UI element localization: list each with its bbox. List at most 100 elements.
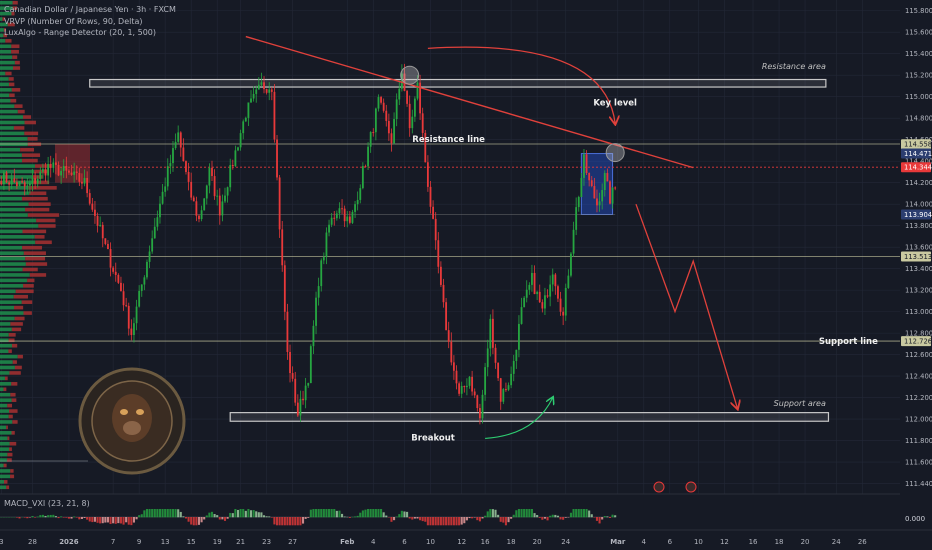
macd-histogram-bar (520, 509, 523, 518)
volume-profile-bar-up (0, 333, 9, 337)
volume-profile-bar-down (29, 273, 47, 277)
candle-body (463, 385, 466, 388)
volume-profile-bar-up (0, 338, 9, 343)
volume-profile-bar-up (0, 207, 26, 212)
macd-histogram-bar (543, 517, 546, 519)
volume-profile-bar-down (3, 387, 7, 392)
event-marker-icon[interactable] (653, 481, 665, 493)
macd-histogram-bar (182, 516, 185, 518)
time-tick-label: 28 (28, 538, 37, 546)
candle-body (585, 154, 588, 174)
macd-histogram-bar (60, 516, 63, 518)
candle-body (583, 154, 585, 178)
price-chart[interactable]: Resistance area Key level Resistance line S… (0, 0, 932, 550)
candle-body (169, 163, 172, 167)
time-tick-label: 6 (402, 538, 407, 546)
macd-pane-label[interactable]: MACD_VXI (23, 21, 8) (4, 499, 90, 508)
price-axis[interactable]: 115.800 115.600 115.400 115.200 115.000 114.8… (900, 0, 932, 490)
macd-histogram-bar (275, 517, 279, 526)
candle-body (554, 274, 557, 287)
macd-histogram-bar (341, 513, 344, 518)
candle-body (452, 362, 455, 371)
symbol-title[interactable]: Canadian Dollar / Japanese Yen · 3h · FX… (4, 4, 176, 16)
time-tick-label: 18 (775, 538, 784, 546)
volume-profile-bar-down (11, 431, 15, 435)
price-tick-label: 111.600 (905, 459, 932, 467)
candle-body (130, 328, 133, 335)
candle-body (143, 277, 146, 285)
candle-body (179, 132, 182, 148)
volume-profile-bar-down (17, 109, 25, 114)
candle-body (385, 110, 388, 121)
macd-histogram-bar (468, 517, 471, 519)
time-tick-label: 3 (0, 538, 4, 546)
candle-body (55, 162, 57, 165)
candle-body (372, 132, 375, 134)
zone-support-area[interactable] (229, 412, 830, 422)
indicator-vrvp-label[interactable]: VRVP (Number Of Rows, 90, Delta) (4, 16, 176, 28)
macd-histogram-bar (530, 509, 533, 518)
candle-body (536, 291, 539, 295)
macd-histogram-bar (338, 510, 341, 518)
volume-profile-bar-down (5, 39, 12, 43)
price-tick-label: 113.200 (905, 287, 932, 295)
macd-histogram-bar (382, 512, 385, 518)
volume-profile-bar-down (27, 278, 35, 283)
macd-histogram-bar (538, 517, 541, 518)
volume-profile-bar-down (14, 60, 20, 65)
macd-histogram-bar (247, 509, 250, 518)
candle-body (70, 172, 73, 175)
volume-profile-bar-down (22, 245, 42, 250)
price-tick-label: 113.800 (905, 222, 932, 230)
macd-histogram-bar (80, 517, 83, 519)
macd-histogram-bar (359, 512, 362, 518)
macd-histogram-bar (41, 514, 44, 518)
candle-body (416, 82, 419, 99)
macd-histogram-bar (450, 517, 453, 526)
macd-histogram-bar (307, 517, 310, 518)
volume-profile-bar-up (0, 458, 7, 462)
macd-histogram-bar (380, 509, 383, 518)
volume-profile-bar-up (0, 82, 9, 87)
candle-body (481, 394, 484, 419)
time-tick-label: 4 (371, 538, 376, 546)
candle-body (473, 391, 476, 396)
candle-body (159, 203, 161, 218)
annotation-label: Breakout (411, 434, 455, 444)
candle-body (596, 198, 598, 206)
volume-profile-bar-down (35, 240, 52, 245)
time-tick-label: 10 (694, 538, 703, 546)
macd-histogram-bar (515, 510, 518, 518)
volume-profile-bar-up (0, 452, 8, 457)
candle-body (34, 178, 37, 184)
macd-histogram-bar (57, 517, 60, 519)
macd-histogram-bar (356, 515, 359, 518)
candle-body (603, 173, 606, 191)
macd-histogram-bar (385, 515, 388, 518)
macd-histogram-bar (145, 509, 149, 518)
macd-histogram-bar (260, 512, 263, 518)
macd-histogram-bar (393, 517, 396, 521)
volume-profile-bar-down (17, 354, 23, 359)
candle-body (382, 102, 385, 111)
candle-body (317, 286, 320, 298)
volume-profile-bar-down (11, 49, 19, 54)
macd-histogram-bar (590, 514, 593, 518)
candle-body (265, 89, 268, 93)
price-tag-label: 113.513 (904, 253, 932, 261)
time-axis[interactable]: 3 28 2026 7 9 13 15 19 21 23 27 Feb 4 6 10 12 16 18 20 24 Ma… (0, 529, 932, 550)
zone-resistance-area[interactable] (89, 78, 827, 88)
candle-body (294, 378, 297, 403)
indicator-range-detector-label[interactable]: LuxAlgo - Range Detector (20, 1, 500) (4, 27, 176, 39)
candle-body (492, 318, 494, 348)
volume-profile-bar-down (12, 360, 17, 364)
candle-body (81, 181, 83, 184)
volume-profile-bar-down (9, 371, 21, 375)
macd-histogram-bar (99, 517, 102, 524)
candle-body (437, 240, 440, 267)
candle-body (36, 179, 39, 184)
event-marker-icon[interactable] (685, 481, 697, 493)
macd-histogram-bar (86, 517, 89, 520)
candle-body (60, 170, 63, 176)
candle-body (263, 82, 265, 90)
